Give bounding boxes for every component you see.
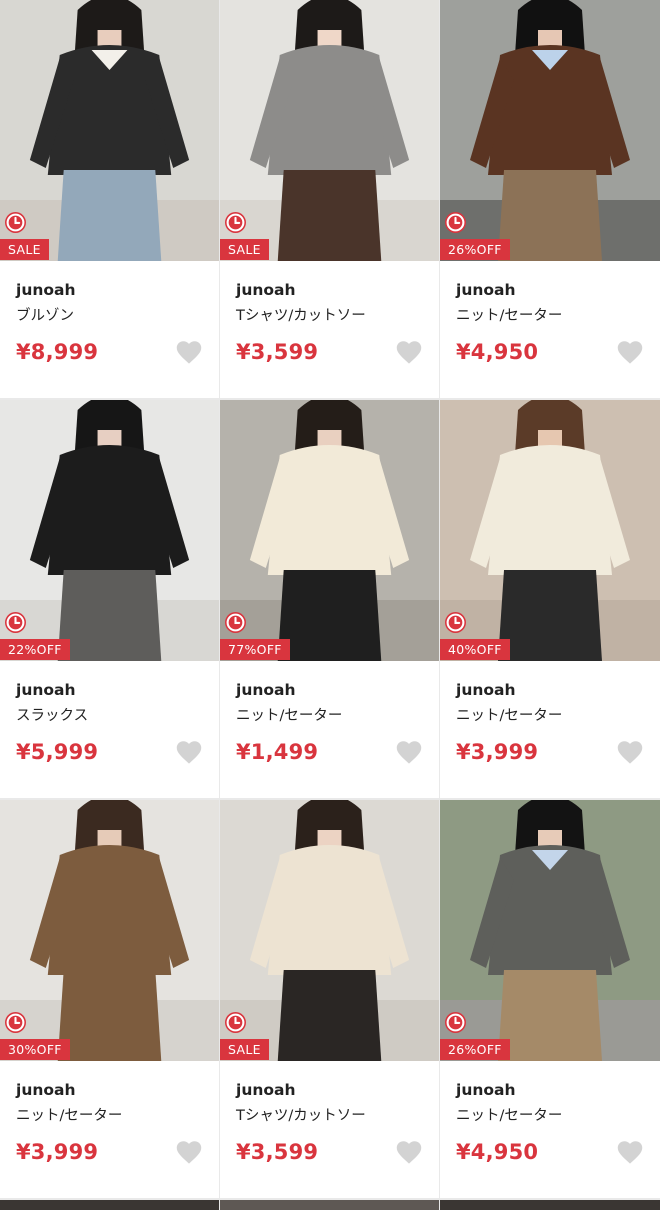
discount-badge: 40%OFF <box>440 639 510 660</box>
timer-icon <box>225 1012 246 1033</box>
product-image[interactable]: SALE <box>0 0 219 261</box>
product-card[interactable]: SALE junoah ブルゾン ¥8,999 <box>0 0 219 398</box>
favorite-heart-icon[interactable] <box>616 739 644 765</box>
favorite-heart-icon[interactable] <box>175 1139 203 1165</box>
product-photo[interactable] <box>440 0 660 261</box>
product-card[interactable]: 22%OFF junoah スラックス ¥5,999 <box>0 400 219 798</box>
product-price: ¥8,999 <box>16 340 99 364</box>
product-image[interactable]: 40%OFF <box>440 400 660 661</box>
product-price: ¥4,950 <box>456 1140 539 1164</box>
product-price: ¥1,499 <box>236 740 319 764</box>
product-category: ニット/セーター <box>456 1108 563 1124</box>
favorite-heart-icon[interactable] <box>616 339 644 365</box>
timer-icon <box>5 212 26 233</box>
next-row-photo-edge <box>440 1200 660 1210</box>
discount-badge: 30%OFF <box>0 1039 70 1060</box>
product-image[interactable]: 26%OFF <box>440 800 660 1061</box>
brand-name[interactable]: junoah <box>16 279 219 301</box>
product-photo[interactable] <box>220 400 439 661</box>
brand-name[interactable]: junoah <box>236 1079 439 1101</box>
product-category: ニット/セーター <box>16 1108 123 1124</box>
timer-icon <box>445 1012 466 1033</box>
product-image[interactable]: SALE <box>220 800 439 1061</box>
product-photo[interactable] <box>0 800 219 1061</box>
product-card[interactable]: SALE junoah Tシャツ/カットソー ¥3,599 <box>220 800 439 1198</box>
favorite-heart-icon[interactable] <box>395 739 423 765</box>
product-image[interactable]: SALE <box>220 0 439 261</box>
product-photo[interactable] <box>220 0 439 261</box>
product-category: Tシャツ/カットソー <box>236 1108 366 1124</box>
brand-name[interactable]: junoah <box>456 679 660 701</box>
product-photo[interactable] <box>0 0 219 261</box>
favorite-heart-icon[interactable] <box>395 1139 423 1165</box>
timer-icon <box>445 612 466 633</box>
discount-badge: 22%OFF <box>0 639 70 660</box>
brand-name[interactable]: junoah <box>16 679 219 701</box>
discount-badge: 77%OFF <box>220 639 290 660</box>
product-image[interactable]: 26%OFF <box>440 0 660 261</box>
discount-badge: 26%OFF <box>440 239 510 260</box>
discount-badge: 26%OFF <box>440 1039 510 1060</box>
product-image[interactable]: 22%OFF <box>0 400 219 661</box>
discount-badge: SALE <box>0 239 49 260</box>
next-row-photo-edge <box>220 1200 439 1210</box>
product-card[interactable]: 26%OFF junoah ニット/セーター ¥4,950 <box>440 0 660 398</box>
product-category: ニット/セーター <box>456 708 563 724</box>
product-price: ¥5,999 <box>16 740 99 764</box>
brand-name[interactable]: junoah <box>456 279 660 301</box>
product-photo[interactable] <box>0 400 219 661</box>
brand-name[interactable]: junoah <box>16 1079 219 1101</box>
product-card[interactable]: 26%OFF junoah ニット/セーター ¥4,950 <box>440 800 660 1198</box>
product-card[interactable]: 40%OFF junoah ニット/セーター ¥3,999 <box>440 400 660 798</box>
product-price: ¥3,599 <box>236 1140 319 1164</box>
brand-name[interactable]: junoah <box>456 1079 660 1101</box>
next-row-photo-edge <box>0 1200 219 1210</box>
product-price: ¥4,950 <box>456 340 539 364</box>
product-photo[interactable] <box>440 800 660 1061</box>
product-photo[interactable] <box>220 800 439 1061</box>
product-category: ニット/セーター <box>236 708 343 724</box>
favorite-heart-icon[interactable] <box>616 1139 644 1165</box>
product-card[interactable]: 77%OFF junoah ニット/セーター ¥1,499 <box>220 400 439 798</box>
favorite-heart-icon[interactable] <box>175 739 203 765</box>
brand-name[interactable]: junoah <box>236 279 439 301</box>
timer-icon <box>5 1012 26 1033</box>
product-price: ¥3,999 <box>16 1140 99 1164</box>
product-category: スラックス <box>16 708 89 724</box>
product-grid: SALE junoah ブルゾン ¥8,999 SALE junoah Tシャツ… <box>0 0 660 1210</box>
timer-icon <box>225 212 246 233</box>
product-image[interactable]: 30%OFF <box>0 800 219 1061</box>
timer-icon <box>225 612 246 633</box>
product-price: ¥3,999 <box>456 740 539 764</box>
timer-icon <box>5 612 26 633</box>
product-card[interactable]: SALE junoah Tシャツ/カットソー ¥3,599 <box>220 0 439 398</box>
product-price: ¥3,599 <box>236 340 319 364</box>
timer-icon <box>445 212 466 233</box>
discount-badge: SALE <box>220 239 269 260</box>
product-photo[interactable] <box>440 400 660 661</box>
favorite-heart-icon[interactable] <box>175 339 203 365</box>
discount-badge: SALE <box>220 1039 269 1060</box>
favorite-heart-icon[interactable] <box>395 339 423 365</box>
product-category: ブルゾン <box>16 308 74 324</box>
brand-name[interactable]: junoah <box>236 679 439 701</box>
product-card[interactable]: 30%OFF junoah ニット/セーター ¥3,999 <box>0 800 219 1198</box>
product-image[interactable]: 77%OFF <box>220 400 439 661</box>
product-category: Tシャツ/カットソー <box>236 308 366 324</box>
product-category: ニット/セーター <box>456 308 563 324</box>
